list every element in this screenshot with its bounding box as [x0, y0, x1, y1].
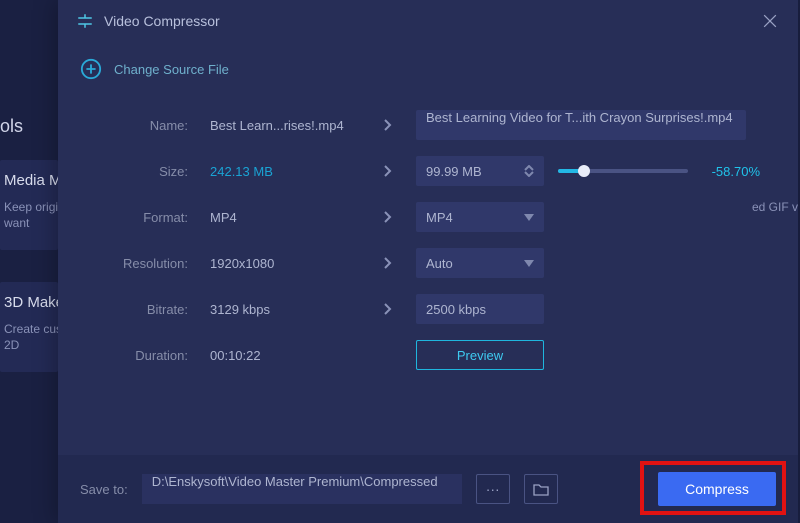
row-resolution: Resolution: 1920x1080 Auto	[92, 240, 764, 286]
resolution-select-value: Auto	[426, 256, 453, 271]
chevron-right-icon	[382, 119, 394, 131]
row-bitrate: Bitrate: 3129 kbps 2500 kbps	[92, 286, 764, 332]
bg-card2-d1: Create cus	[4, 322, 62, 336]
row-name: Name: Best Learn...rises!.mp4 Best Learn…	[92, 102, 764, 148]
bg-card2-d2: 2D	[4, 338, 19, 352]
format-select-value: MP4	[426, 210, 453, 225]
compress-button[interactable]: Compress	[658, 472, 776, 506]
chevron-right-icon	[382, 303, 394, 315]
row-format: Format: MP4 MP4	[92, 194, 764, 240]
window-title: Video Compressor	[104, 13, 760, 29]
size-label: Size:	[92, 164, 202, 179]
caret-down-icon	[524, 260, 534, 267]
duration-label: Duration:	[92, 348, 202, 363]
save-to-label: Save to:	[80, 482, 128, 497]
format-select[interactable]: MP4	[416, 202, 544, 232]
bg-card1-d2: want	[4, 216, 29, 230]
close-icon[interactable]	[760, 11, 780, 31]
bg-gif-hint: ed GIF v	[752, 200, 800, 214]
save-path-input[interactable]: D:\Enskysoft\Video Master Premium\Compre…	[142, 474, 462, 504]
compressor-icon	[76, 12, 94, 30]
add-icon	[80, 58, 102, 80]
more-button[interactable]: ···	[476, 474, 510, 504]
caret-down-icon	[524, 214, 534, 221]
change-source-label: Change Source File	[114, 62, 229, 77]
bg-tools-label: ols	[0, 116, 23, 137]
output-size-spinner[interactable]: 99.99 MB	[416, 156, 544, 186]
row-size: Size: 242.13 MB 99.99 MB -58.70%	[92, 148, 764, 194]
chevron-right-icon	[382, 211, 394, 223]
output-bitrate-field[interactable]: 2500 kbps	[416, 294, 544, 324]
duration-value: 00:10:22	[210, 348, 360, 363]
bitrate-value: 3129 kbps	[210, 302, 360, 317]
row-duration: Duration: 00:10:22 Preview	[92, 332, 764, 378]
size-value: 242.13 MB	[210, 164, 360, 179]
output-bitrate-value: 2500 kbps	[426, 302, 486, 317]
bitrate-label: Bitrate:	[92, 302, 202, 317]
chevron-down-icon[interactable]	[524, 171, 534, 177]
chevron-right-icon	[382, 165, 394, 177]
output-name-input[interactable]: Best Learning Video for T...ith Crayon S…	[416, 110, 746, 140]
size-reduction-percent: -58.70%	[700, 164, 760, 179]
resolution-select[interactable]: Auto	[416, 248, 544, 278]
resolution-label: Resolution:	[92, 256, 202, 271]
video-compressor-dialog: Video Compressor Change Source File Name…	[58, 0, 798, 523]
resolution-value: 1920x1080	[210, 256, 360, 271]
preview-button[interactable]: Preview	[416, 340, 544, 370]
format-value: MP4	[210, 210, 360, 225]
bg-card1-d1: Keep origi	[4, 200, 58, 214]
titlebar: Video Compressor	[58, 0, 798, 42]
form: Name: Best Learn...rises!.mp4 Best Learn…	[58, 102, 798, 378]
chevron-right-icon	[382, 257, 394, 269]
folder-icon	[533, 482, 549, 496]
size-slider[interactable]	[558, 169, 688, 173]
name-value: Best Learn...rises!.mp4	[210, 118, 360, 133]
format-label: Format:	[92, 210, 202, 225]
footer: Save to: D:\Enskysoft\Video Master Premi…	[58, 455, 798, 523]
size-slider-thumb[interactable]	[578, 165, 590, 177]
open-folder-button[interactable]	[524, 474, 558, 504]
output-size-value: 99.99 MB	[426, 164, 482, 179]
name-label: Name:	[92, 118, 202, 133]
change-source-row[interactable]: Change Source File	[58, 42, 798, 102]
